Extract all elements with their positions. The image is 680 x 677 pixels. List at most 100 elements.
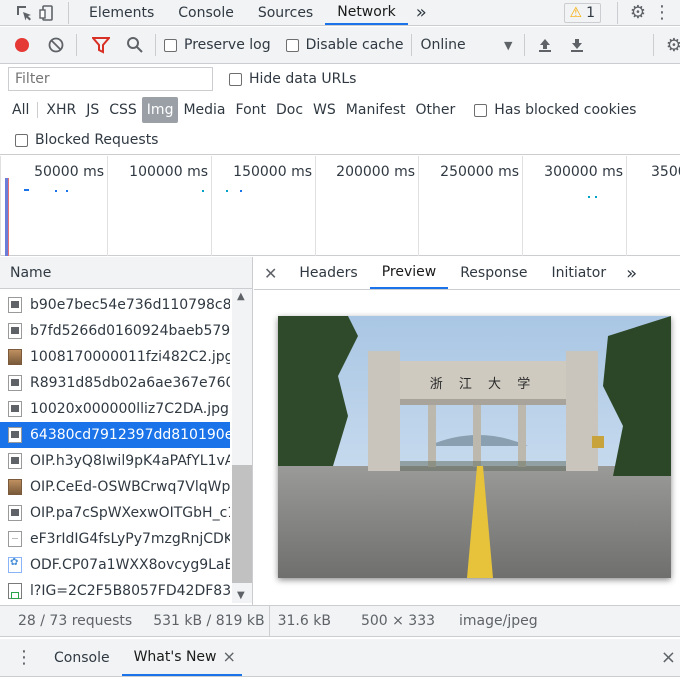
- type-filter-js[interactable]: JS: [81, 97, 104, 123]
- more-detail-tabs-chevron-icon[interactable]: »: [618, 257, 645, 289]
- checkbox-box[interactable]: [164, 38, 177, 52]
- device-toolbar-icon[interactable]: [36, 1, 60, 25]
- tab-console[interactable]: Console: [166, 0, 246, 25]
- request-row[interactable]: R8931d85db02a6ae367e760e: [0, 370, 230, 396]
- type-filter-doc[interactable]: Doc: [271, 97, 308, 123]
- preview-file-size: 31.6 kB: [277, 613, 331, 629]
- import-har-icon[interactable]: [533, 33, 557, 57]
- status-divider: [268, 605, 270, 637]
- more-options-icon[interactable]: ⋮: [650, 1, 674, 25]
- checkbox-box[interactable]: [15, 133, 28, 147]
- close-detail-icon[interactable]: ✕: [254, 257, 287, 289]
- warning-badge[interactable]: ⚠ 1: [563, 2, 601, 23]
- scroll-down-arrow-icon[interactable]: ▼: [237, 590, 245, 601]
- more-tabs-chevron-icon[interactable]: »: [408, 0, 435, 25]
- type-filter-img[interactable]: Img: [141, 97, 179, 123]
- timeline-tick-label: 150000 ms: [233, 164, 312, 180]
- image-icon: [8, 297, 22, 313]
- type-filter-other[interactable]: Other: [411, 97, 461, 123]
- name-column-label: Name: [10, 264, 52, 281]
- type-filter-font[interactable]: Font: [231, 97, 271, 123]
- record-icon[interactable]: [10, 33, 34, 57]
- request-row[interactable]: 10020x000000lliz7C2DA.jpg: [0, 396, 230, 422]
- type-filter-manifest[interactable]: Manifest: [341, 97, 411, 123]
- checkbox-box[interactable]: [474, 103, 488, 117]
- throttling-select[interactable]: Online ▼: [420, 37, 516, 53]
- requests-scrollbar[interactable]: ▲ ▼: [232, 289, 252, 603]
- request-row[interactable]: OIP.CeEd-OSWBCrwq7VlqWp: [0, 474, 230, 500]
- toolbar-divider: [524, 34, 526, 56]
- request-row[interactable]: OIP.pa7cSpWXexwOITGbH_c1: [0, 500, 230, 526]
- name-column-header[interactable]: Name: [0, 257, 252, 289]
- filter-input[interactable]: [8, 67, 213, 91]
- type-filter-css[interactable]: CSS: [104, 97, 142, 123]
- request-row[interactable]: b7fd5266d0160924baeb579c.: [0, 318, 230, 344]
- request-row[interactable]: 64380cd7912397dd810190e9.: [0, 422, 230, 448]
- tab-response[interactable]: Response: [448, 257, 539, 289]
- drawer-toolbar: ⋮ Console What's New × ×: [0, 639, 680, 677]
- drawer-tab-whats-new[interactable]: What's New ×: [121, 639, 242, 676]
- tab-preview[interactable]: Preview: [369, 257, 449, 289]
- export-har-icon[interactable]: [565, 33, 589, 57]
- hide-data-urls-label: Hide data URLs: [249, 71, 357, 87]
- request-row[interactable]: eF3rIdIG4fsLyPy7mzgRnjCDKI.: [0, 526, 230, 552]
- requests-panel: Name b90e7bec54e736d110798c8f9 b7fd5266d0…: [0, 257, 253, 605]
- filter-funnel-icon[interactable]: [89, 33, 113, 57]
- blocked-requests-checkbox[interactable]: Blocked Requests: [15, 132, 158, 148]
- resource-type-filters: All XHR JS CSS Img Media Font Doc WS Man…: [7, 94, 636, 126]
- tab-initiator[interactable]: Initiator: [539, 257, 618, 289]
- scroll-up-arrow-icon[interactable]: ▲: [237, 291, 245, 302]
- tab-elements[interactable]: Elements: [77, 0, 166, 25]
- image-icon: [8, 505, 22, 521]
- timeline-request-mark: [55, 190, 57, 192]
- tab-sources[interactable]: Sources: [246, 0, 325, 25]
- main-toolbar: Elements Console Sources Network » ⚠ 1 ⚙…: [0, 0, 680, 26]
- request-row[interactable]: ODF.CP07a1WXX8ovcyg9LaBg: [0, 552, 230, 578]
- overview-timeline[interactable]: 50000 ms 100000 ms 150000 ms 200000 ms 2…: [0, 156, 680, 256]
- tab-headers[interactable]: Headers: [287, 257, 369, 289]
- type-filter-media[interactable]: Media: [178, 97, 230, 123]
- has-blocked-cookies-checkbox[interactable]: Has blocked cookies: [474, 102, 636, 118]
- timeline-gridline: 50000 ms: [0, 156, 107, 256]
- timeline-request-mark: [588, 196, 590, 198]
- request-row[interactable]: l?IG=2C2F5B8057FD42DF83D: [0, 578, 230, 604]
- search-icon[interactable]: [123, 33, 147, 57]
- disable-cache-checkbox[interactable]: Disable cache: [285, 37, 403, 53]
- request-count: 28 / 73 requests: [18, 613, 133, 629]
- image-icon: [8, 427, 22, 443]
- status-bar: 28 / 73 requests 531 kB / 819 kB 31.6 kB…: [0, 605, 680, 637]
- drawer-menu-icon[interactable]: ⋮: [12, 646, 36, 670]
- request-name: 1008170000011fzi482C2.jpg: [30, 349, 230, 365]
- toolbar-divider: [653, 34, 654, 56]
- request-row[interactable]: 1008170000011fzi482C2.jpg: [0, 344, 230, 370]
- preserve-log-checkbox[interactable]: Preserve log: [164, 37, 271, 53]
- clear-icon[interactable]: [44, 33, 68, 57]
- network-settings-gear-icon[interactable]: ⚙: [662, 33, 680, 57]
- close-tab-icon[interactable]: ×: [223, 647, 236, 666]
- inspect-element-icon[interactable]: [12, 1, 36, 25]
- timeline-tick-label: 50000 ms: [34, 164, 104, 180]
- request-name: eF3rIdIG4fsLyPy7mzgRnjCDKI.: [30, 531, 230, 547]
- type-filter-all[interactable]: All: [7, 97, 34, 123]
- request-name: b7fd5266d0160924baeb579c.: [30, 323, 230, 339]
- preview-dimensions: 500 × 333: [360, 613, 436, 629]
- image-icon: [8, 323, 22, 339]
- checkbox-box[interactable]: [285, 38, 299, 52]
- scrollbar-thumb[interactable]: [232, 465, 252, 583]
- network-toolbar: Preserve log Disable cache Online ▼ ⚙: [0, 27, 680, 64]
- settings-gear-icon[interactable]: ⚙: [626, 1, 650, 25]
- checkbox-box[interactable]: [229, 72, 242, 86]
- tab-network[interactable]: Network: [325, 0, 408, 25]
- photo-icon: [8, 349, 22, 365]
- close-drawer-icon[interactable]: ×: [661, 647, 676, 668]
- type-filter-ws[interactable]: WS: [308, 97, 341, 123]
- timeline-request-mark: [24, 189, 29, 191]
- hide-data-urls-checkbox[interactable]: Hide data URLs: [229, 71, 356, 87]
- photo-icon: [8, 479, 22, 495]
- request-name: R8931d85db02a6ae367e760e: [30, 375, 230, 391]
- timeline-gridline: 150000 ms: [211, 156, 315, 256]
- request-row[interactable]: OIP.h3yQ8Iwil9pK4aPAfYL1vA: [0, 448, 230, 474]
- drawer-tab-console[interactable]: Console: [42, 639, 122, 676]
- request-row[interactable]: b90e7bec54e736d110798c8f9: [0, 292, 230, 318]
- type-filter-xhr[interactable]: XHR: [41, 97, 81, 123]
